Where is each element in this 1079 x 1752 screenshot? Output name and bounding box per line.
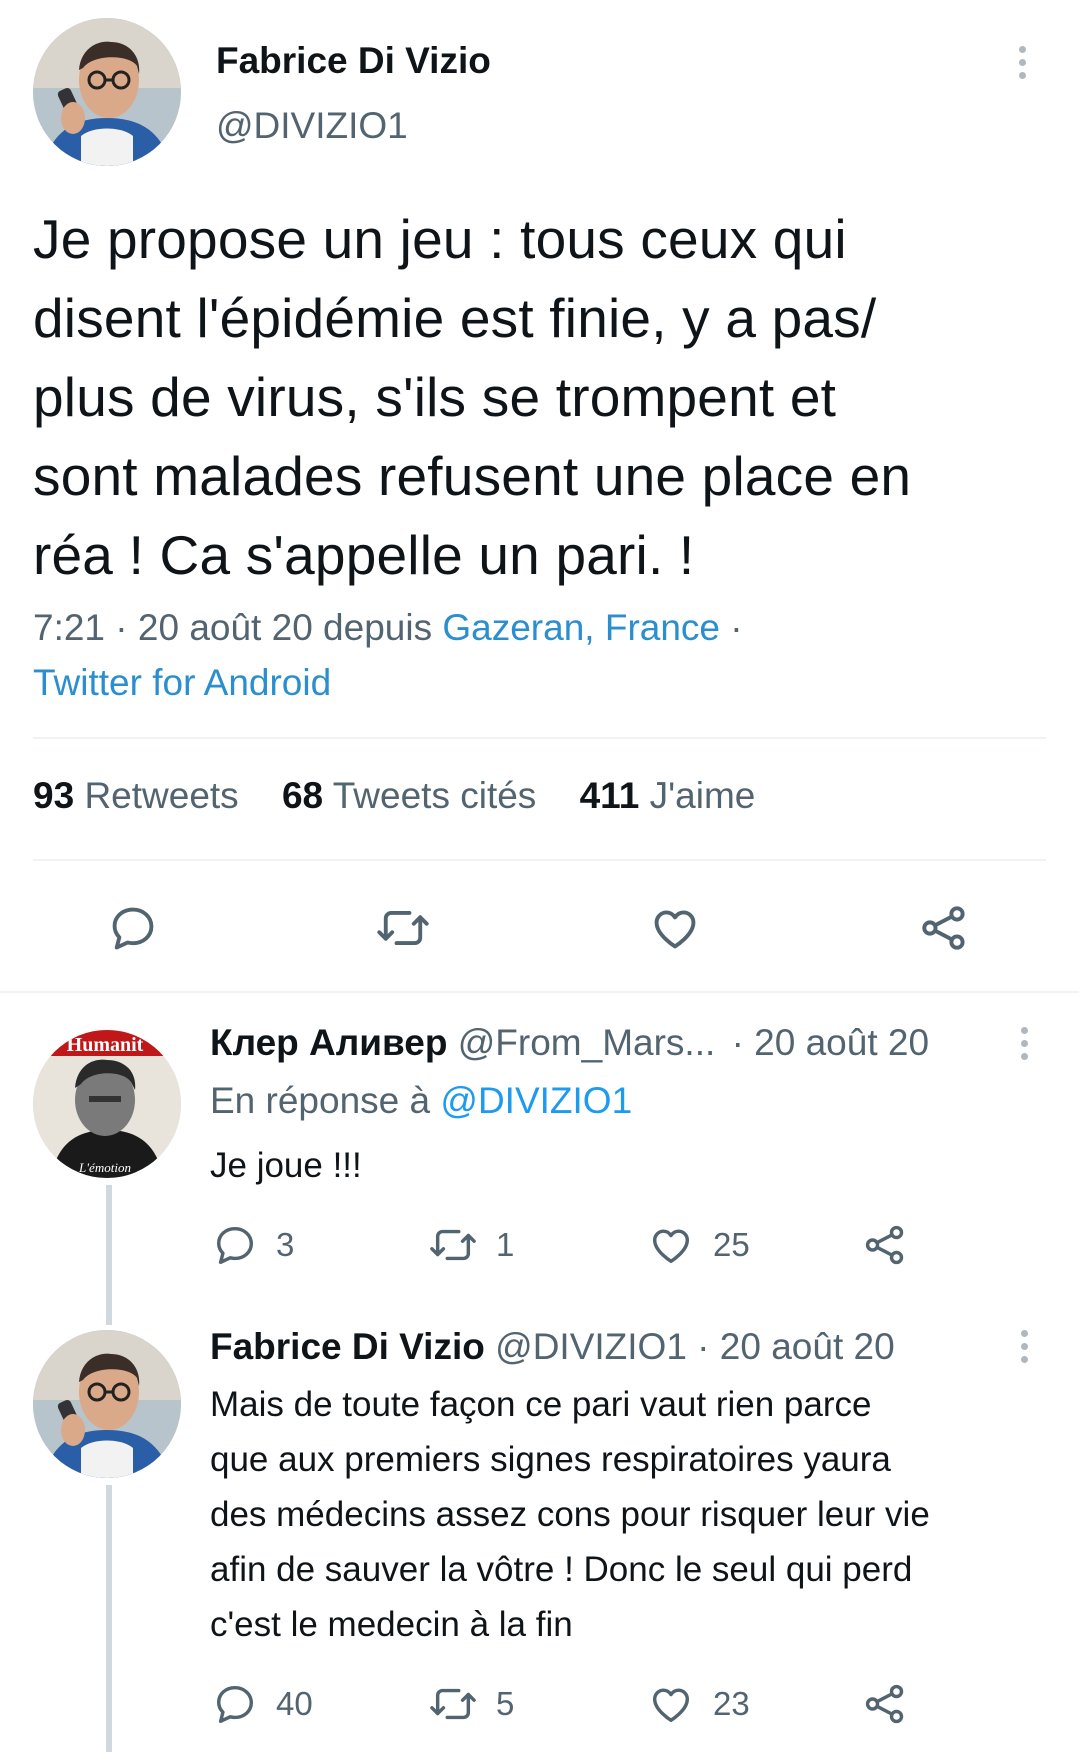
avatar[interactable] [33, 18, 181, 166]
avatar-tagline: L'émotion [78, 1160, 131, 1175]
retweet-count: 5 [496, 1685, 515, 1722]
likes-count: 411 [579, 775, 640, 816]
reply-text-line: des médecins assez cons pour risquer leu… [210, 1495, 930, 1534]
reply-to-prefix: En réponse à [210, 1080, 441, 1121]
thread-line [106, 1185, 112, 1325]
retweet-button[interactable]: 1 [428, 1222, 514, 1268]
retweet-icon [430, 1229, 476, 1261]
reply-icon [112, 907, 154, 950]
more-options-icon[interactable] [1019, 1330, 1029, 1370]
reply-author-name[interactable]: Клер Аливер [210, 1022, 447, 1063]
more-options-icon[interactable] [1017, 46, 1027, 86]
reply-header: Клер Аливер @From_Mars... · 20 août 20 [210, 1022, 929, 1064]
likes-label: J'aime [649, 775, 756, 816]
retweet-icon [377, 910, 429, 946]
thread-line [106, 1485, 112, 1752]
tweet-text-line: disent l'épidémie est finie, y a pas/ [33, 287, 877, 349]
like-button[interactable] [648, 902, 702, 954]
reply-date[interactable]: · 20 août 20 [732, 1022, 929, 1063]
meta-separator: · [720, 607, 743, 648]
divider [33, 737, 1046, 739]
reply-author-name[interactable]: Fabrice Di Vizio [210, 1326, 485, 1367]
retweet-button[interactable] [375, 902, 431, 954]
tweet-stats: 93 Retweets 68 Tweets cités 411 J'aime [33, 775, 788, 825]
reply-text-line: que aux premiers signes respiratoires ya… [210, 1440, 891, 1479]
reply-count: 40 [276, 1685, 313, 1722]
reply-text-line: c'est le medecin à la fin [210, 1605, 573, 1644]
location-link[interactable]: Gazeran, France [442, 607, 720, 648]
quotes-label: Tweets cités [332, 775, 537, 816]
reply-text: Je joue !!! [210, 1138, 1050, 1193]
quotes-stat[interactable]: 68 Tweets cités [282, 775, 536, 817]
share-icon [865, 1684, 904, 1724]
reply-text-line: afin de sauver la vôtre ! Donc le seul q… [210, 1550, 913, 1589]
reply-to: En réponse à @DIVIZIO1 [210, 1080, 632, 1122]
share-icon [922, 906, 965, 950]
avatar[interactable]: Humanit L'émotion [33, 1030, 181, 1178]
like-count: 25 [713, 1226, 750, 1263]
reply-date[interactable]: · 20 août 20 [687, 1326, 895, 1367]
reply-button[interactable] [107, 902, 159, 954]
avatar-newspaper-title: Humanit [67, 1034, 144, 1056]
like-button[interactable]: 25 [647, 1222, 750, 1268]
tweet-meta: 7:21 · 20 août 20 depuis Gazeran, France… [33, 600, 1033, 710]
reply-text-line: Je joue !!! [210, 1146, 362, 1185]
reply-author-handle[interactable]: @DIVIZIO1 [495, 1326, 687, 1367]
author-name[interactable]: Fabrice Di Vizio [216, 40, 491, 82]
reply-header: Fabrice Di Vizio @DIVIZIO1 · 20 août 20 [210, 1326, 895, 1368]
like-icon [654, 910, 696, 949]
like-button[interactable]: 23 [647, 1681, 750, 1727]
reply-count: 3 [276, 1226, 295, 1263]
quotes-count: 68 [281, 775, 324, 816]
tweet-text-line: Je propose un jeu : tous ceux qui [33, 208, 847, 270]
retweet-icon [430, 1688, 476, 1720]
retweets-stat[interactable]: 93 Retweets [33, 775, 239, 817]
source-link[interactable]: Twitter for Android [33, 662, 331, 703]
reply-to-handle[interactable]: @DIVIZIO1 [440, 1080, 632, 1121]
tweet-text-line: réa ! Ca s'appelle un pari. ! [33, 524, 695, 586]
likes-stat[interactable]: 411 J'aime [580, 775, 756, 817]
avatar[interactable] [33, 1330, 181, 1478]
reply-text-line: Mais de toute façon ce pari vaut rien pa… [210, 1385, 872, 1424]
tweet-text-line: plus de virus, s'ils se trompent et [33, 366, 837, 428]
divider [0, 991, 1079, 993]
share-button[interactable] [917, 902, 971, 954]
reply-icon [216, 1226, 254, 1264]
like-count: 23 [713, 1685, 750, 1722]
reply-button[interactable]: 3 [212, 1222, 294, 1268]
tweet-text-line: sont malades refusent une place en [33, 445, 912, 507]
main-tweet-header: Fabrice Di Vizio @DIVIZIO1 [33, 18, 1046, 168]
reply-author-handle[interactable]: @From_Mars... [458, 1022, 716, 1063]
like-icon [652, 1688, 690, 1723]
tweet-text: Je propose un jeu : tous ceux qui disent… [33, 200, 1033, 595]
share-button[interactable] [861, 1681, 909, 1727]
reply-icon [216, 1685, 254, 1723]
share-icon [865, 1225, 904, 1265]
share-button[interactable] [861, 1222, 909, 1268]
tweet-time[interactable]: 7:21 · 20 août 20 depuis [33, 607, 442, 648]
retweet-count: 1 [496, 1226, 515, 1263]
author-handle[interactable]: @DIVIZIO1 [216, 105, 408, 147]
retweets-label: Retweets [84, 775, 239, 816]
divider [33, 859, 1046, 861]
reply-text: Mais de toute façon ce pari vaut rien pa… [210, 1377, 1050, 1652]
retweet-button[interactable]: 5 [428, 1681, 514, 1727]
more-options-icon[interactable] [1019, 1027, 1029, 1067]
reply-button[interactable]: 40 [212, 1681, 313, 1727]
retweets-count: 93 [33, 775, 75, 816]
like-icon [652, 1229, 690, 1264]
